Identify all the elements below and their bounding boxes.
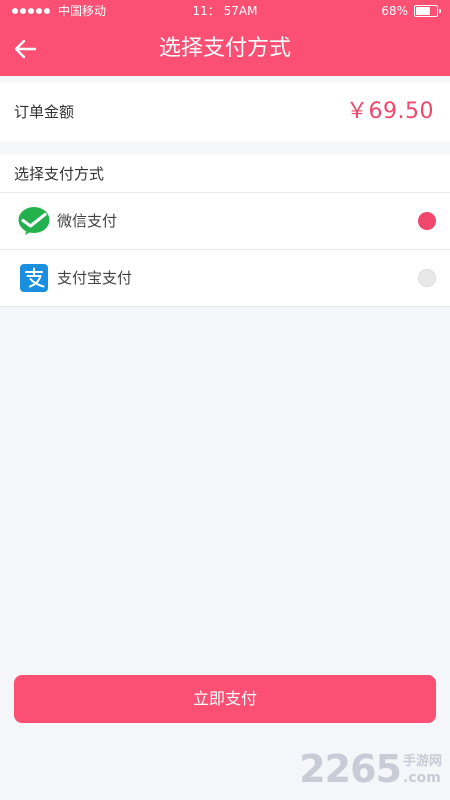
battery-icon: [414, 5, 441, 17]
watermark-number: 2265: [299, 747, 402, 791]
radio-unselected[interactable]: [418, 269, 436, 287]
payment-option-label: 支付宝支付: [57, 269, 133, 287]
battery-percent: 68%: [381, 4, 408, 18]
top-bar: 中国移动 11： 57AM 68% 选择支付方式: [0, 0, 450, 76]
payment-option-label: 微信支付: [57, 212, 118, 230]
payment-option-wechat[interactable]: 微信支付: [0, 193, 450, 250]
nav-bar: 选择支付方式: [0, 22, 450, 76]
pay-now-button[interactable]: 立即支付: [14, 675, 436, 723]
watermark-suffix: .com: [402, 770, 441, 786]
order-amount-label: 订单金额: [14, 103, 75, 121]
payment-page: 中国移动 11： 57AM 68% 选择支付方式 订单金额 ￥69.50 选择支…: [0, 0, 450, 800]
status-right: 68%: [381, 0, 441, 22]
order-amount-value: ￥69.50: [346, 99, 434, 124]
site-watermark: 2265 手游网 .com: [299, 750, 442, 788]
watermark-text: 手游网: [402, 754, 442, 769]
wechat-pay-icon: [18, 205, 50, 237]
watermark-side: 手游网 .com: [403, 754, 442, 786]
alipay-icon: [18, 262, 50, 294]
status-bar: 中国移动 11： 57AM 68%: [0, 0, 450, 22]
battery-level: [416, 7, 430, 15]
payment-option-alipay[interactable]: 支付宝支付: [0, 250, 450, 307]
payment-method-section: 选择支付方式 微信支付 支付宝支付: [0, 154, 450, 307]
page-title: 选择支付方式: [158, 36, 291, 61]
order-amount-row: 订单金额 ￥69.50: [0, 82, 450, 142]
payment-section-title: 选择支付方式: [0, 154, 450, 193]
radio-selected[interactable]: [418, 212, 436, 230]
